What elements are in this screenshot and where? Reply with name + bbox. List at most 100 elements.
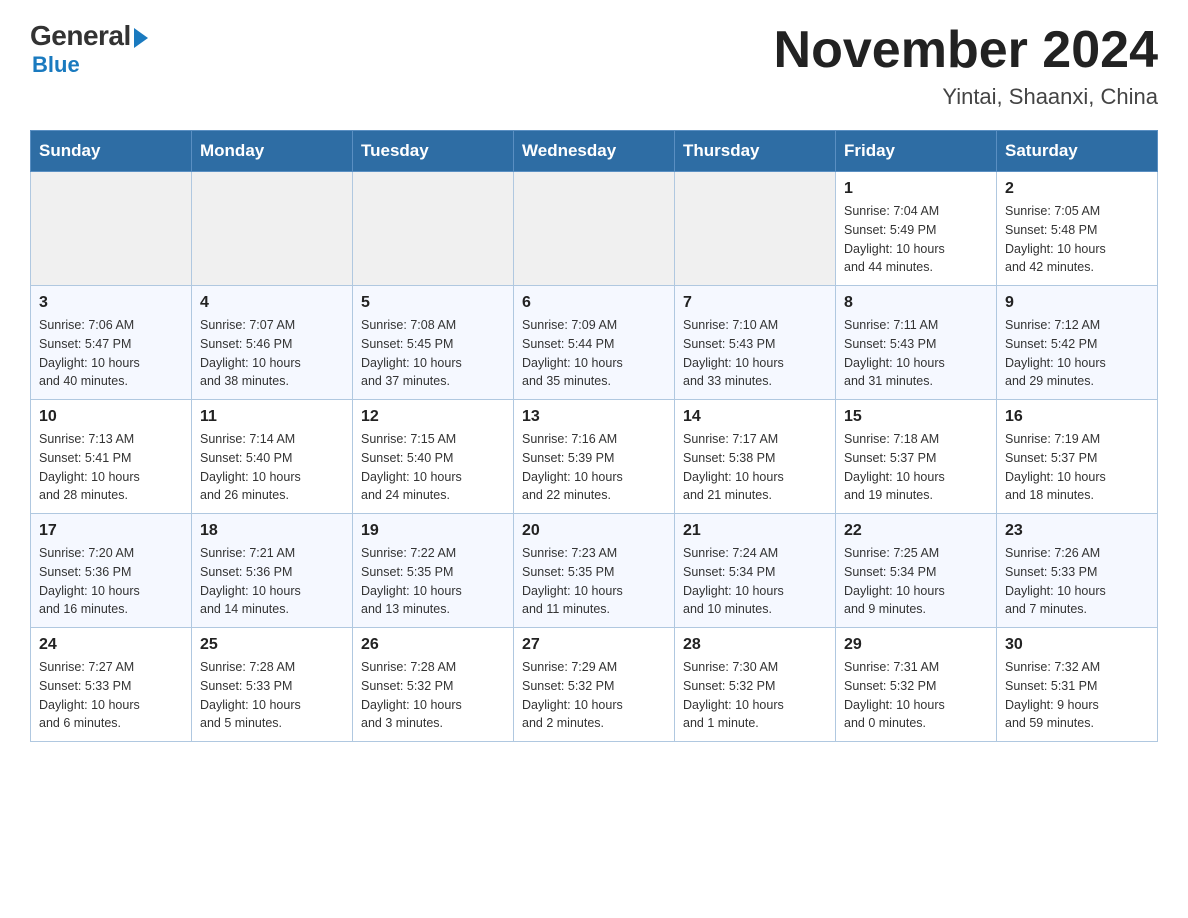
day-number: 24	[39, 636, 183, 654]
weekday-header-monday: Monday	[192, 131, 353, 172]
location-title: Yintai, Shaanxi, China	[774, 84, 1158, 110]
day-number: 12	[361, 408, 505, 426]
day-number: 28	[683, 636, 827, 654]
month-title: November 2024	[774, 20, 1158, 80]
day-info: Sunrise: 7:07 AM Sunset: 5:46 PM Dayligh…	[200, 316, 344, 391]
day-info: Sunrise: 7:12 AM Sunset: 5:42 PM Dayligh…	[1005, 316, 1149, 391]
day-info: Sunrise: 7:22 AM Sunset: 5:35 PM Dayligh…	[361, 544, 505, 619]
day-number: 1	[844, 180, 988, 198]
logo-arrow-icon	[134, 28, 148, 48]
day-number: 22	[844, 522, 988, 540]
calendar-table: SundayMondayTuesdayWednesdayThursdayFrid…	[30, 130, 1158, 742]
day-number: 10	[39, 408, 183, 426]
day-info: Sunrise: 7:20 AM Sunset: 5:36 PM Dayligh…	[39, 544, 183, 619]
day-info: Sunrise: 7:04 AM Sunset: 5:49 PM Dayligh…	[844, 202, 988, 277]
day-info: Sunrise: 7:28 AM Sunset: 5:32 PM Dayligh…	[361, 658, 505, 733]
calendar-cell: 30 Sunrise: 7:32 AM Sunset: 5:31 PM Dayli…	[997, 628, 1158, 742]
day-info: Sunrise: 7:24 AM Sunset: 5:34 PM Dayligh…	[683, 544, 827, 619]
week-row-3: 10 Sunrise: 7:13 AM Sunset: 5:41 PM Dayli…	[31, 400, 1158, 514]
day-number: 21	[683, 522, 827, 540]
calendar-cell: 12 Sunrise: 7:15 AM Sunset: 5:40 PM Dayli…	[353, 400, 514, 514]
calendar-cell	[31, 172, 192, 286]
week-row-1: 1 Sunrise: 7:04 AM Sunset: 5:49 PM Daylig…	[31, 172, 1158, 286]
day-number: 6	[522, 294, 666, 312]
day-number: 2	[1005, 180, 1149, 198]
calendar-cell	[192, 172, 353, 286]
calendar-cell: 14Sunrise: 7:17 AM Sunset: 5:38 PM Dayli…	[675, 400, 836, 514]
day-info: Sunrise: 7:28 AM Sunset: 5:33 PM Dayligh…	[200, 658, 344, 733]
day-number: 9	[1005, 294, 1149, 312]
day-info: Sunrise: 7:21 AM Sunset: 5:36 PM Dayligh…	[200, 544, 344, 619]
week-row-4: 17 Sunrise: 7:20 AM Sunset: 5:36 PM Dayli…	[31, 514, 1158, 628]
day-info: Sunrise: 7:27 AM Sunset: 5:33 PM Dayligh…	[39, 658, 183, 733]
calendar-cell: 10 Sunrise: 7:13 AM Sunset: 5:41 PM Dayli…	[31, 400, 192, 514]
calendar-cell: 17 Sunrise: 7:20 AM Sunset: 5:36 PM Dayli…	[31, 514, 192, 628]
weekday-header-tuesday: Tuesday	[353, 131, 514, 172]
logo-general-text: General	[30, 20, 131, 52]
day-number: 4	[200, 294, 344, 312]
day-info: Sunrise: 7:10 AM Sunset: 5:43 PM Dayligh…	[683, 316, 827, 391]
day-info: Sunrise: 7:13 AM Sunset: 5:41 PM Dayligh…	[39, 430, 183, 505]
calendar-cell: 27 Sunrise: 7:29 AM Sunset: 5:32 PM Dayli…	[514, 628, 675, 742]
day-number: 15	[844, 408, 988, 426]
calendar-cell: 11Sunrise: 7:14 AM Sunset: 5:40 PM Dayli…	[192, 400, 353, 514]
calendar-cell: 9 Sunrise: 7:12 AM Sunset: 5:42 PM Daylig…	[997, 286, 1158, 400]
day-info: Sunrise: 7:29 AM Sunset: 5:32 PM Dayligh…	[522, 658, 666, 733]
calendar-cell	[353, 172, 514, 286]
day-number: 19	[361, 522, 505, 540]
week-row-2: 3 Sunrise: 7:06 AM Sunset: 5:47 PM Daylig…	[31, 286, 1158, 400]
calendar-cell: 15 Sunrise: 7:18 AM Sunset: 5:37 PM Dayli…	[836, 400, 997, 514]
week-row-5: 24 Sunrise: 7:27 AM Sunset: 5:33 PM Dayli…	[31, 628, 1158, 742]
weekday-header-row: SundayMondayTuesdayWednesdayThursdayFrid…	[31, 131, 1158, 172]
header: General Blue November 2024 Yintai, Shaan…	[30, 20, 1158, 110]
calendar-cell	[675, 172, 836, 286]
title-area: November 2024 Yintai, Shaanxi, China	[774, 20, 1158, 110]
day-number: 27	[522, 636, 666, 654]
calendar-cell: 24 Sunrise: 7:27 AM Sunset: 5:33 PM Dayli…	[31, 628, 192, 742]
day-info: Sunrise: 7:31 AM Sunset: 5:32 PM Dayligh…	[844, 658, 988, 733]
day-number: 11	[200, 408, 344, 426]
logo: General Blue	[30, 20, 148, 78]
calendar-cell: 22Sunrise: 7:25 AM Sunset: 5:34 PM Dayli…	[836, 514, 997, 628]
day-number: 13	[522, 408, 666, 426]
calendar-cell: 3 Sunrise: 7:06 AM Sunset: 5:47 PM Daylig…	[31, 286, 192, 400]
day-number: 3	[39, 294, 183, 312]
day-info: Sunrise: 7:09 AM Sunset: 5:44 PM Dayligh…	[522, 316, 666, 391]
day-info: Sunrise: 7:32 AM Sunset: 5:31 PM Dayligh…	[1005, 658, 1149, 733]
day-info: Sunrise: 7:06 AM Sunset: 5:47 PM Dayligh…	[39, 316, 183, 391]
day-info: Sunrise: 7:23 AM Sunset: 5:35 PM Dayligh…	[522, 544, 666, 619]
calendar-cell: 1 Sunrise: 7:04 AM Sunset: 5:49 PM Daylig…	[836, 172, 997, 286]
day-number: 18	[200, 522, 344, 540]
day-number: 20	[522, 522, 666, 540]
day-info: Sunrise: 7:05 AM Sunset: 5:48 PM Dayligh…	[1005, 202, 1149, 277]
calendar-cell: 13 Sunrise: 7:16 AM Sunset: 5:39 PM Dayli…	[514, 400, 675, 514]
day-number: 17	[39, 522, 183, 540]
day-info: Sunrise: 7:15 AM Sunset: 5:40 PM Dayligh…	[361, 430, 505, 505]
day-number: 7	[683, 294, 827, 312]
day-info: Sunrise: 7:30 AM Sunset: 5:32 PM Dayligh…	[683, 658, 827, 733]
calendar-cell: 28 Sunrise: 7:30 AM Sunset: 5:32 PM Dayli…	[675, 628, 836, 742]
day-info: Sunrise: 7:16 AM Sunset: 5:39 PM Dayligh…	[522, 430, 666, 505]
weekday-header-thursday: Thursday	[675, 131, 836, 172]
calendar-cell: 19 Sunrise: 7:22 AM Sunset: 5:35 PM Dayli…	[353, 514, 514, 628]
day-number: 29	[844, 636, 988, 654]
day-info: Sunrise: 7:11 AM Sunset: 5:43 PM Dayligh…	[844, 316, 988, 391]
calendar-cell: 21 Sunrise: 7:24 AM Sunset: 5:34 PM Dayli…	[675, 514, 836, 628]
calendar-cell: 18 Sunrise: 7:21 AM Sunset: 5:36 PM Dayli…	[192, 514, 353, 628]
weekday-header-saturday: Saturday	[997, 131, 1158, 172]
day-number: 16	[1005, 408, 1149, 426]
calendar-cell	[514, 172, 675, 286]
calendar-cell: 6 Sunrise: 7:09 AM Sunset: 5:44 PM Daylig…	[514, 286, 675, 400]
weekday-header-sunday: Sunday	[31, 131, 192, 172]
calendar-cell: 26 Sunrise: 7:28 AM Sunset: 5:32 PM Dayli…	[353, 628, 514, 742]
logo-blue-text: Blue	[32, 52, 80, 77]
day-number: 30	[1005, 636, 1149, 654]
weekday-header-friday: Friday	[836, 131, 997, 172]
calendar-cell: 4 Sunrise: 7:07 AM Sunset: 5:46 PM Daylig…	[192, 286, 353, 400]
day-info: Sunrise: 7:19 AM Sunset: 5:37 PM Dayligh…	[1005, 430, 1149, 505]
day-number: 5	[361, 294, 505, 312]
day-info: Sunrise: 7:18 AM Sunset: 5:37 PM Dayligh…	[844, 430, 988, 505]
day-number: 23	[1005, 522, 1149, 540]
calendar-cell: 20 Sunrise: 7:23 AM Sunset: 5:35 PM Dayli…	[514, 514, 675, 628]
day-number: 26	[361, 636, 505, 654]
